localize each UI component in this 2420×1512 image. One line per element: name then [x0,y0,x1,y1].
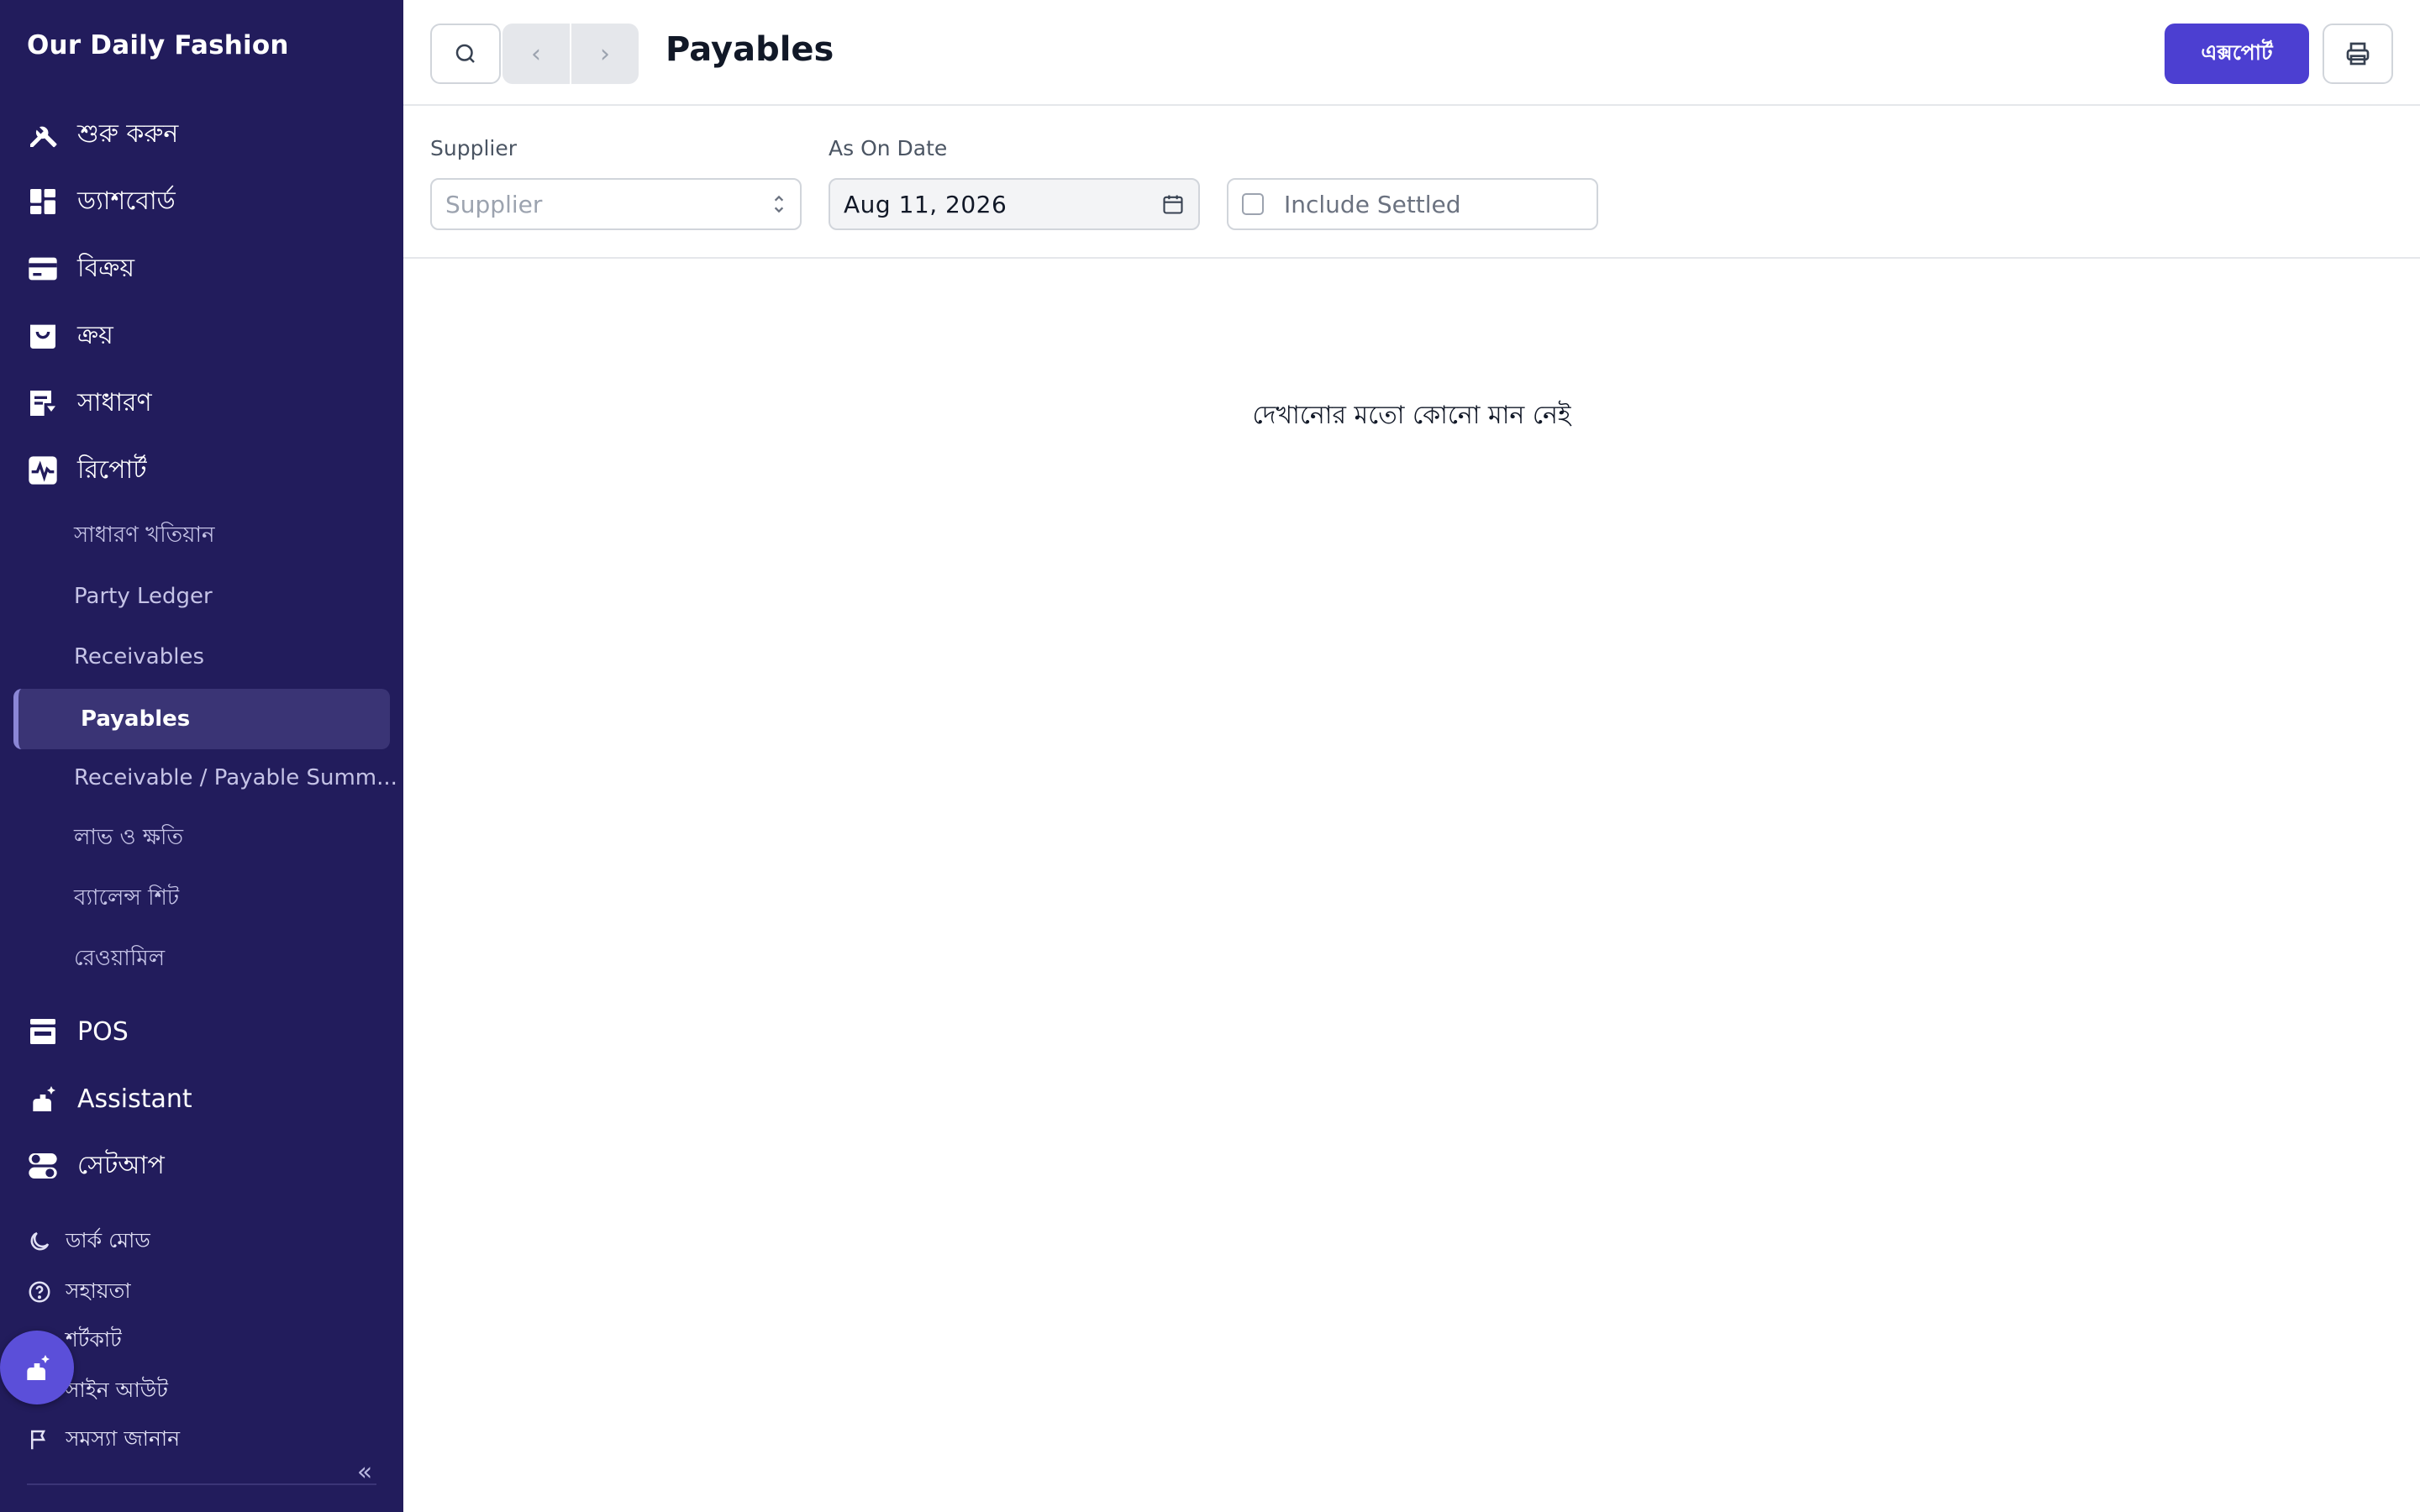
supplier-label: Supplier [430,136,518,160]
journal-icon [25,386,60,421]
supplier-placeholder: Supplier [445,190,543,218]
sidebar-subitem-receivables[interactable]: Receivables [74,638,204,675]
sidebar-item-label: Assistant [77,1084,192,1114]
printer-icon [2346,42,2370,66]
app-root: Our Daily Fashion শুরু করুন ড্যাশবোর্ড ব… [0,0,2420,1512]
as-on-date-value: Aug 11, 2026 [844,190,1007,218]
empty-state-message: দেখানোর মতো কোনো মান নেই [1252,401,1571,430]
setup-toggle-icon [25,1148,60,1184]
sidebar-footer-label: সহায়তা [66,1278,131,1303]
include-settled-label: Include Settled [1284,190,1461,218]
assistant-sparkle-icon [27,1355,50,1380]
export-button[interactable]: এক্সপোর্ট [2165,24,2309,84]
calendar-icon [1163,195,1183,214]
as-on-date-label: As On Date [829,136,948,160]
print-button[interactable] [2323,24,2393,84]
top-toolbar: ‹ › Payables এক্সপোর্ট [403,0,2420,106]
sidebar-item-get-started[interactable]: শুরু করুন [25,113,178,156]
search-button[interactable] [430,24,501,84]
sidebar-item-common[interactable]: সাধারণ [25,381,152,425]
sidebar-subitem-payables[interactable]: Payables [13,689,390,749]
sidebar-item-label: বিক্রয় [77,253,135,283]
sidebar-item-label: ড্যাশবোর্ড [77,186,176,216]
sidebar-footer-label: সাইন আউট [66,1377,168,1402]
sidebar-help[interactable]: সহায়তা [27,1275,131,1309]
sidebar-item-reports[interactable]: রিপোর্ট [25,449,147,492]
sidebar-subitem-balance-sheet[interactable]: ব্যালেন্স শিট [74,880,179,917]
sidebar-divider [27,1483,376,1485]
sidebar-item-setup[interactable]: সেটআপ [25,1144,165,1188]
pos-store-icon [25,1014,60,1049]
moon-icon [27,1229,52,1254]
flag-icon [27,1427,52,1452]
sidebar-footer-label: ডার্ক মোড [66,1227,150,1252]
sidebar-item-label: সেটআপ [77,1150,165,1180]
sidebar-item-label: সাধারণ [77,387,152,417]
include-settled-field[interactable]: Include Settled [1227,178,1598,230]
include-settled-checkbox[interactable] [1242,193,1264,215]
filter-bar: Supplier Supplier As On Date Aug 11, 202… [403,106,2420,259]
page-title: Payables [666,30,834,69]
sidebar-subitem-general-ledger[interactable]: সাধারণ খতিয়ান [74,517,215,554]
main-content: ‹ › Payables এক্সপোর্ট Supplier Supplier… [403,0,2420,1512]
sidebar-subitem-trial-balance[interactable]: রেওয়ামিল [74,941,165,978]
assistant-sparkle-icon [25,1081,60,1116]
as-on-date-input[interactable]: Aug 11, 2026 [829,178,1200,230]
sidebar-footer-label: শর্টকাট [66,1326,122,1352]
supplier-select[interactable]: Supplier [430,178,802,230]
history-nav: ‹ › [502,24,639,84]
sidebar-item-purchases[interactable]: ক্রয় [25,314,113,358]
shopping-bag-icon [25,318,60,354]
sidebar-subitem-profit-loss[interactable]: লাভ ও ক্ষতি [74,820,183,857]
sidebar-item-label: ক্রয় [77,320,113,350]
select-arrows-icon [774,195,784,213]
sidebar-item-sales[interactable]: বিক্রয় [25,247,134,291]
sidebar-item-label: রিপোর্ট [77,454,147,485]
sales-card-icon [25,251,60,286]
dashboard-icon [25,184,60,219]
help-circle-icon [27,1279,52,1305]
sidebar-item-dashboard[interactable]: ড্যাশবোর্ড [25,180,176,223]
search-icon [455,44,475,63]
sidebar-item-label: শুরু করুন [77,118,179,149]
sidebar: Our Daily Fashion শুরু করুন ড্যাশবোর্ড ব… [0,0,403,1512]
sidebar-item-assistant[interactable]: Assistant [25,1077,192,1121]
report-pulse-icon [25,453,60,488]
sidebar-report-issue[interactable]: সমস্যা জানান [27,1423,180,1457]
sidebar-dark-mode[interactable]: ডার্ক মোড [27,1225,150,1258]
assistant-fab-button[interactable] [0,1331,74,1404]
brand-name: Our Daily Fashion [27,30,289,60]
sidebar-item-pos[interactable]: POS [25,1010,129,1053]
back-button[interactable]: ‹ [502,24,570,84]
forward-button[interactable]: › [571,24,639,84]
collapse-sidebar-icon[interactable]: « [351,1457,378,1487]
sidebar-footer-label: সমস্যা জানান [66,1425,181,1451]
sidebar-subitem-party-ledger[interactable]: Party Ledger [74,578,213,615]
sidebar-item-label: POS [77,1016,129,1047]
tools-icon [25,117,60,152]
sidebar-subitem-receivable-payable-summary[interactable]: Receivable / Payable Summ... [74,759,397,796]
